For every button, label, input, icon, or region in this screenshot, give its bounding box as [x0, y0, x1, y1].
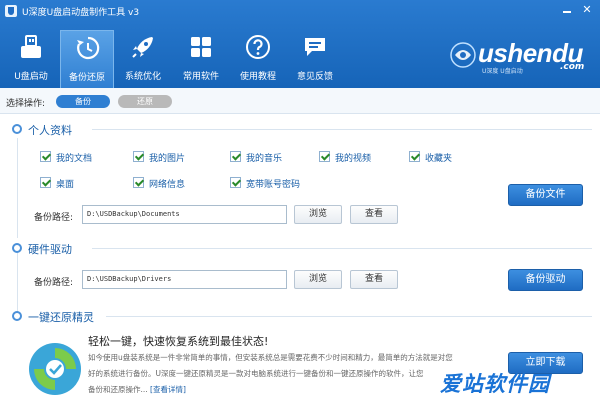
nav-tutorial[interactable]: 使用教程 [231, 30, 285, 88]
action-label: 选择操作: [6, 99, 46, 109]
restore-mode-button[interactable]: 还原 [118, 95, 172, 108]
brand-subtitle: U深度 U盘启动 [482, 68, 523, 75]
section-title-personal: 个人资料 [28, 124, 72, 137]
browse-drivers-button[interactable]: 浏览 [294, 270, 342, 289]
checkbox-check-icon [133, 151, 144, 162]
checkbox-label: 桌面 [56, 180, 75, 190]
checkbox-label: 网络信息 [149, 180, 186, 190]
feedback-icon [305, 38, 325, 56]
brand-mark-icon [450, 42, 476, 68]
checkbox-label: 我的文档 [56, 154, 93, 164]
checkbox-check-icon [40, 151, 51, 162]
app-logo-icon [5, 5, 17, 17]
nav-usb-boot[interactable]: U盘启动 [4, 30, 58, 88]
nav-common-software[interactable]: 常用软件 [174, 30, 228, 88]
close-button[interactable]: ✕ [580, 3, 594, 17]
section-connector [17, 252, 18, 312]
checkbox-label: 我的音乐 [246, 154, 283, 164]
nav-label: 使用教程 [239, 72, 276, 82]
usb-drive-icon [21, 35, 41, 58]
path-label: 备份路径: [34, 278, 74, 288]
action-bar: 选择操作: 备份 还原 [0, 88, 600, 114]
nav-label: U盘启动 [14, 72, 48, 82]
section-marker [12, 311, 22, 321]
section-divider [92, 129, 592, 130]
section-title-hardware: 硬件驱动 [28, 243, 72, 256]
section-title-restore: 一键还原精灵 [28, 311, 94, 324]
drivers-path-input[interactable]: D:\USDBackup\Drivers [82, 270, 287, 289]
checkbox-label: 我的图片 [149, 154, 186, 164]
checkbox-label: 收藏夹 [425, 154, 453, 164]
path-label: 备份路径: [34, 213, 74, 223]
backup-files-button[interactable]: 备份文件 [508, 184, 583, 206]
header: U深度U盘启动盘制作工具 v3 ✕ U盘启动 备份还原 系统优化 常用软件 使用… [0, 0, 600, 88]
section-divider [92, 248, 592, 249]
clock-restore-icon [77, 36, 100, 60]
section-divider [106, 316, 592, 317]
nav-label: 常用软件 [182, 72, 219, 82]
view-details-link[interactable]: [查看详情] [150, 385, 186, 394]
checkbox-label: 宽带账号密码 [246, 180, 301, 190]
title-bar: U深度U盘启动盘制作工具 v3 ✕ [0, 0, 600, 22]
nav-label: 备份还原 [68, 73, 105, 83]
checkbox-check-icon [319, 151, 330, 162]
nav-backup-restore[interactable]: 备份还原 [60, 30, 114, 88]
section-marker [12, 124, 22, 134]
restore-wizard-logo-icon [29, 343, 81, 395]
minimize-button[interactable] [560, 3, 574, 17]
checkbox-label: 我的视频 [335, 154, 372, 164]
nav-feedback[interactable]: 意见反馈 [288, 30, 342, 88]
view-documents-button[interactable]: 查看 [350, 205, 398, 224]
view-drivers-button[interactable]: 查看 [350, 270, 398, 289]
brand-suffix: .com [560, 62, 585, 72]
brand-logo: ushendu U深度 U盘启动 .com [448, 36, 594, 78]
restore-description-line: 如今使用u盘装系统是一件非常简单的事情，但安装系统总是需要花费不少时间和精力，最… [88, 353, 453, 362]
section-marker [12, 243, 22, 253]
window-title: U深度U盘启动盘制作工具 v3 [22, 8, 140, 18]
rocket-icon [132, 37, 153, 58]
checkbox-check-icon [230, 177, 241, 188]
restore-description-tail: 备份和还原操作... [查看详情] [88, 384, 186, 395]
checkbox-check-icon [133, 177, 144, 188]
watermark: 爱站软件园 [440, 372, 550, 396]
section-connector [17, 138, 18, 238]
restore-description-line: 好的系统进行备份。U深度一键还原精灵是一款对电脑系统进行一键备份和一键还原操作的… [88, 369, 424, 378]
restore-headline: 轻松一键，快速恢复系统到最佳状态! [88, 335, 269, 348]
checkbox-check-icon [40, 177, 51, 188]
documents-path-input[interactable]: D:\USDBackup\Documents [82, 205, 287, 224]
restore-description-line: 备份和还原操作... [88, 385, 148, 394]
help-icon [246, 35, 270, 59]
nav-system-optimize[interactable]: 系统优化 [116, 30, 170, 88]
checkbox-check-icon [230, 151, 241, 162]
backup-mode-button[interactable]: 备份 [56, 95, 110, 108]
backup-drivers-button[interactable]: 备份驱动 [508, 269, 583, 291]
checkbox-check-icon [409, 151, 420, 162]
nav-label: 意见反馈 [296, 72, 333, 82]
apps-grid-icon [191, 37, 211, 57]
browse-documents-button[interactable]: 浏览 [294, 205, 342, 224]
nav-label: 系统优化 [124, 72, 161, 82]
